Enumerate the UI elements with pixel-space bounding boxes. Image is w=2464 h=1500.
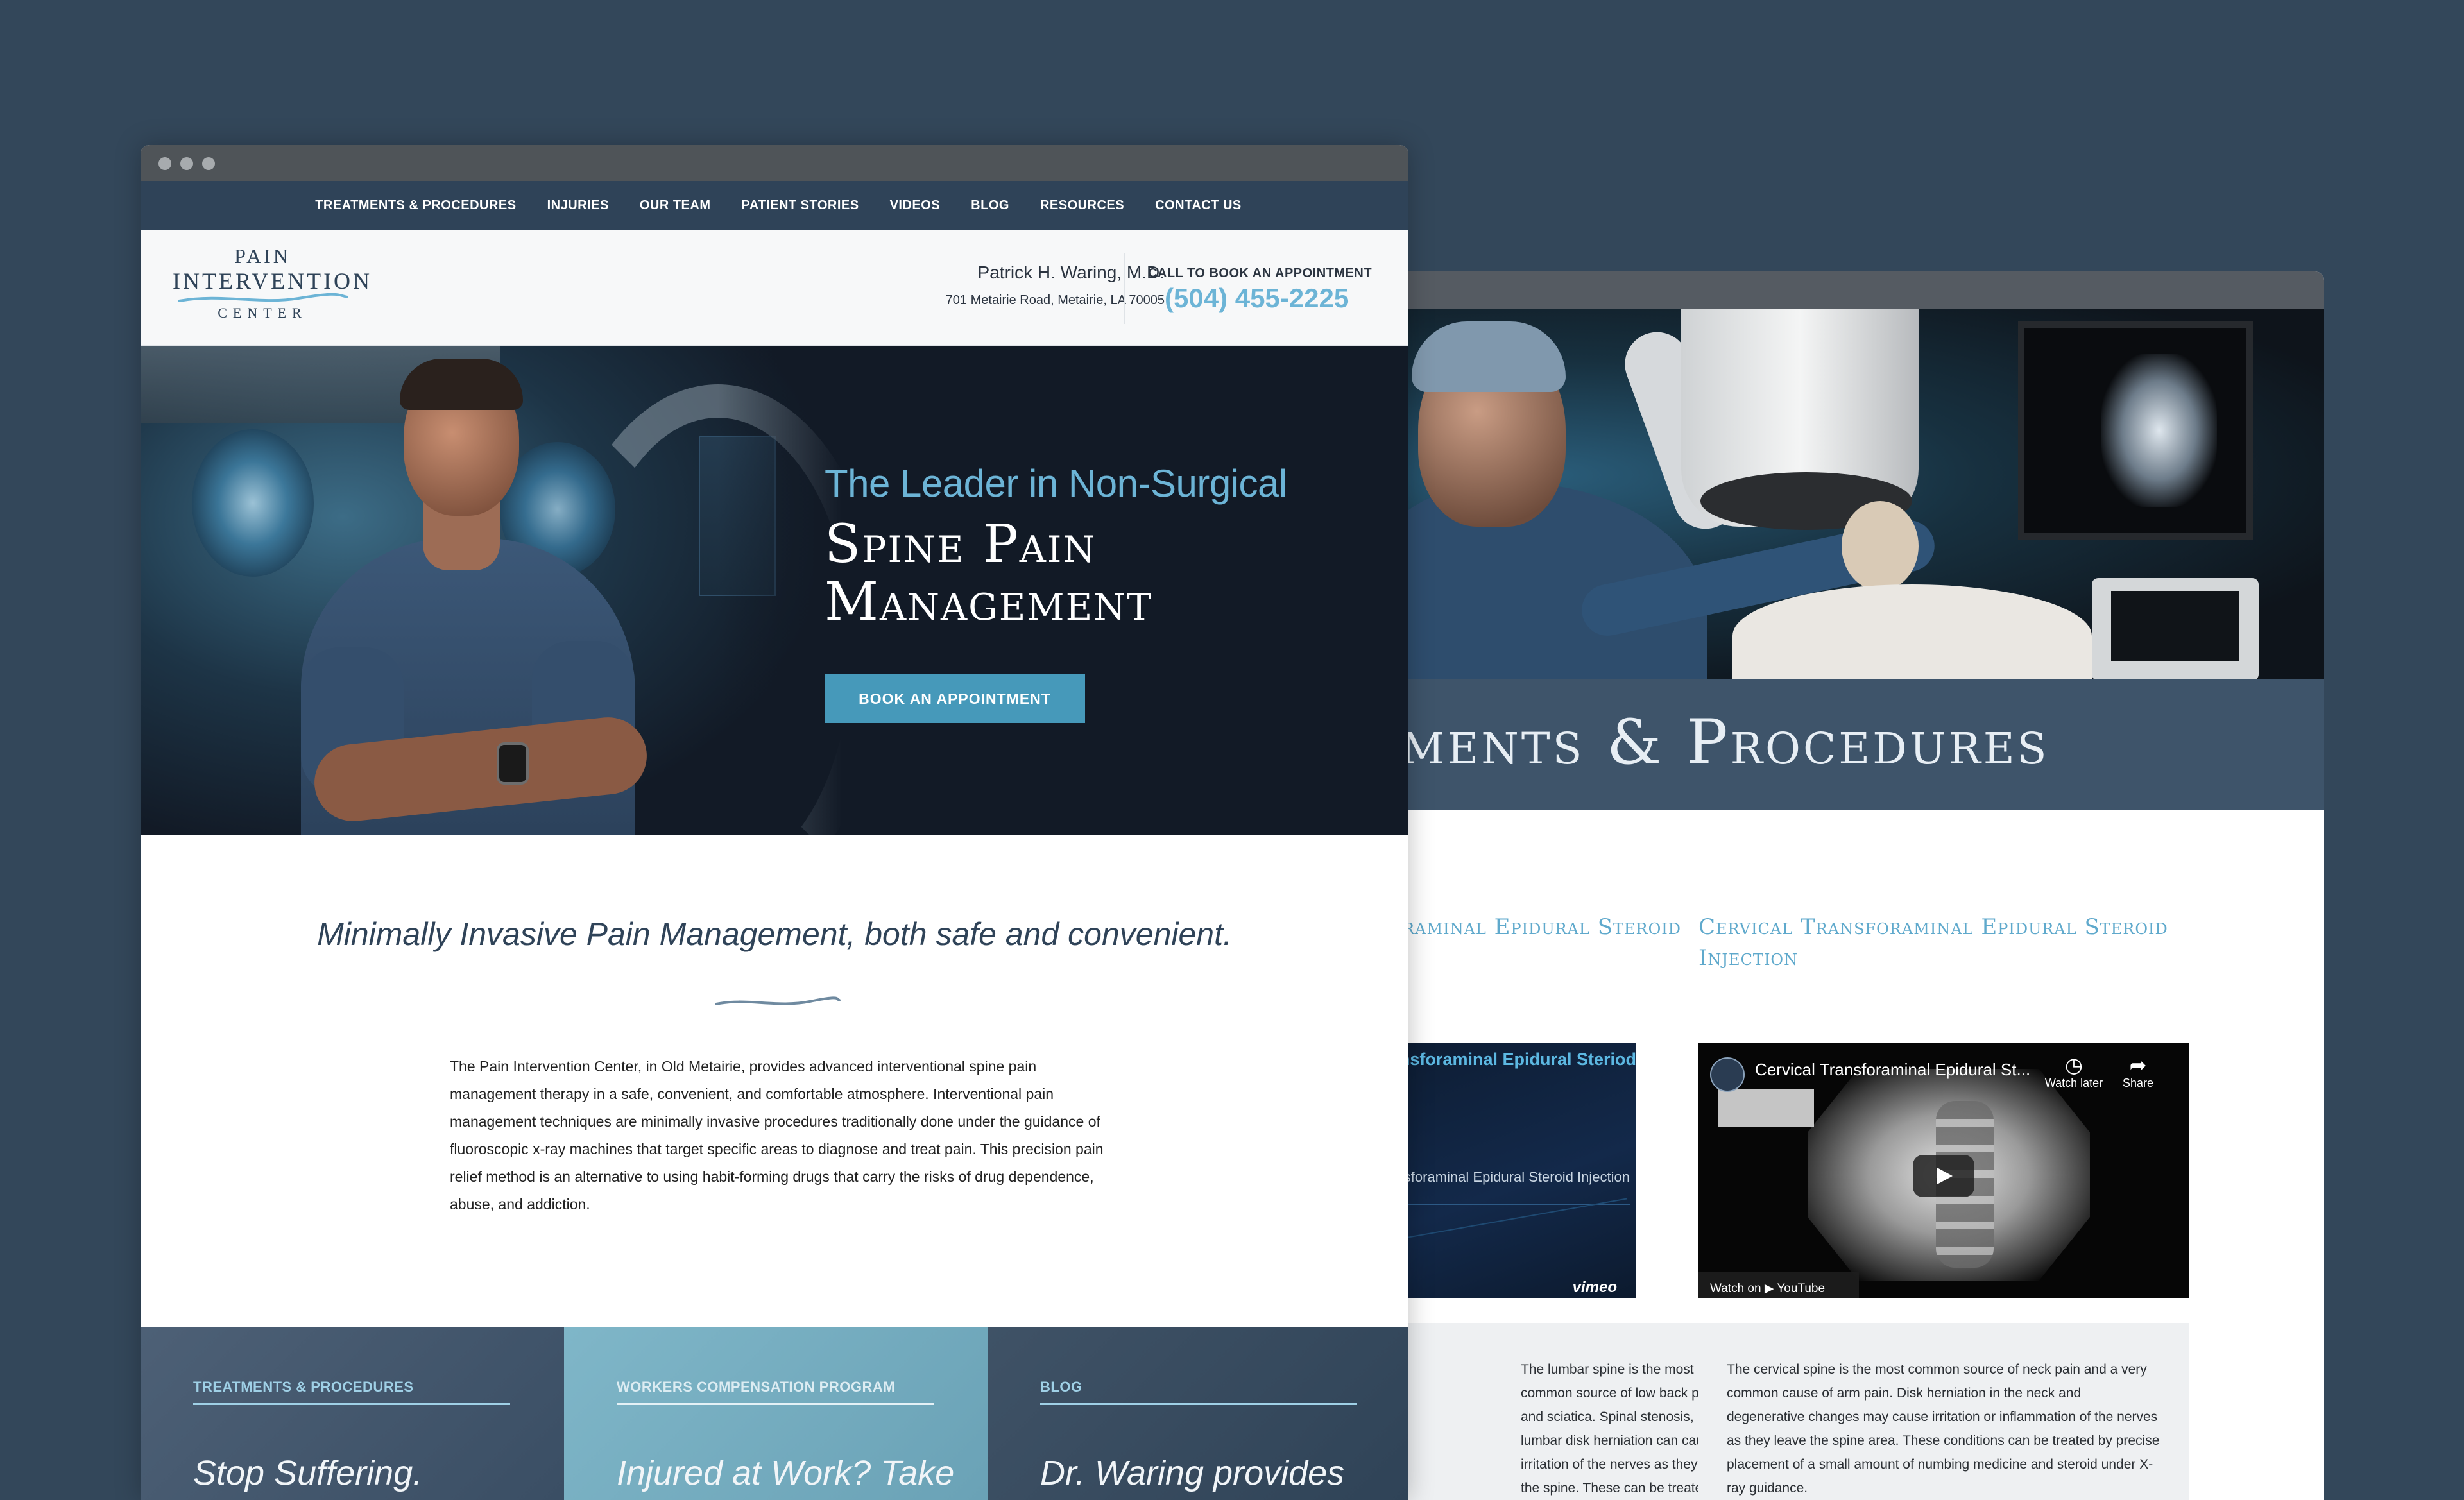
swoosh-divider-icon [715,996,841,1005]
tile-label: WORKERS COMPENSATION PROGRAM [617,1379,896,1395]
background-browser-window: Treatments & Procedures Lumbar Transfora… [1399,271,2324,1500]
tile-label: TREATMENTS & PROCEDURES [193,1379,414,1395]
tile-rule [617,1403,934,1405]
logo-text: CENTER [218,305,307,321]
photo-gloved-hand [1842,501,1919,591]
window-titlebar [141,145,1408,181]
intro-paragraph: The Pain Intervention Center, in Old Met… [450,1058,1104,1213]
tile-headline: Stop Suffering. [193,1454,423,1492]
video-title: Lumbar Transforaminal Epidural Steriod [1399,1050,1636,1069]
tile-workers-comp[interactable]: WORKERS COMPENSATION PROGRAM Injured at … [564,1327,988,1500]
main-navigation: TREATMENTS & PROCEDURES INJURIES OUR TEA… [141,181,1408,230]
video-subtitle: Lumbar Transforaminal Epidural Steroid I… [1399,1169,1630,1185]
call-to-book-label: CALL TO BOOK AN APPOINTMENT [1148,266,1373,280]
foreground-browser-window: TREATMENTS & PROCEDURES INJURIES OUR TEA… [141,145,1408,1500]
hero-photo-xray-screen [192,429,314,577]
procedure-card-title[interactable]: Cervical Transforaminal Epidural Steroid… [1698,912,2189,973]
video-title[interactable]: Cervical Transforaminal Epidural St... [1755,1060,2030,1080]
logo-swoosh-icon [178,293,348,302]
logo-text: INTERVENTION [173,268,373,294]
hero-photo-doctor-hair [400,359,523,410]
window-dot-icon[interactable] [158,157,171,170]
photo-vitals-monitor [2092,578,2259,679]
clock-icon: ◷ [2065,1053,2083,1077]
doctor-name: Patrick H. Waring, M.D. [977,262,1165,282]
hero-photo-watch [497,742,529,785]
tile-headline: Dr. Waring provides [1040,1454,1345,1492]
intro-section: Minimally Invasive Pain Management, both… [141,835,1408,1327]
tile-headline: Injured at Work? Take [617,1454,955,1492]
hero-title: Spine Pain [825,514,1097,575]
vimeo-video-embed[interactable]: Lumbar Transforaminal Epidural Steriod L… [1399,1043,1636,1298]
channel-avatar[interactable] [1710,1057,1745,1092]
background-window-titlebar [1399,271,2324,309]
photo-surgical-cap [1412,321,1566,392]
share-label: Share [2122,1077,2154,1089]
window-dot-icon[interactable] [180,157,193,170]
nav-blog[interactable]: BLOG [971,198,1009,213]
nav-resources[interactable]: RESOURCES [1040,198,1124,213]
hero-eyebrow: The Leader in Non-Surgical [825,462,1287,505]
nav-videos[interactable]: VIDEOS [890,198,941,213]
nav-injuries[interactable]: INJURIES [547,198,609,213]
tile-rule [193,1403,510,1405]
nav-our-team[interactable]: OUR TEAM [640,198,711,213]
window-dot-icon[interactable] [202,157,215,170]
procedure-card-cervical: Cervical Transforaminal Epidural Steroid… [1698,912,2189,973]
watch-later-label: Watch later [2044,1077,2103,1089]
procedure-hero-photo [1399,309,2324,679]
site-header: PAIN INTERVENTION CENTER Patrick H. Wari… [141,230,1408,346]
page-title: Treatments & Procedures [1399,706,2049,778]
watch-later-button[interactable]: ◷ Watch later [2039,1053,2109,1090]
nav-patient-stories[interactable]: PATIENT STORIES [742,198,859,213]
book-appointment-button[interactable]: BOOK AN APPOINTMENT [825,674,1085,723]
logo-text: PAIN [234,244,291,268]
procedure-description: The cervical spine is the most common so… [1698,1323,2189,1500]
tile-treatments[interactable]: TREATMENTS & PROCEDURES Stop Suffering. [141,1327,564,1500]
site-logo[interactable]: PAIN INTERVENTION CENTER [173,244,373,328]
hero-banner: The Leader in Non-Surgical Spine Pain Ma… [141,346,1408,835]
nav-treatments-procedures[interactable]: TREATMENTS & PROCEDURES [315,198,516,213]
phone-number-link[interactable]: (504) 455-2225 [1165,283,1349,314]
page-title-band: Treatments & Procedures [1399,679,2324,810]
photo-xray-monitor [2018,321,2253,540]
procedure-card-title[interactable]: Lumbar Transforaminal Epidural Steroid [1399,912,1681,942]
procedure-card-lumbar: Lumbar Transforaminal Epidural Steroid [1399,912,1681,942]
tile-rule [1040,1403,1357,1405]
video-thumbnail-card [1718,1089,1814,1127]
intro-tagline: Minimally Invasive Pain Management, both… [317,916,1232,952]
photo-patient-sheet [1733,584,2092,679]
tile-blog[interactable]: BLOG Dr. Waring provides [988,1327,1408,1500]
photo-vitals-screen [2111,591,2239,661]
nav-contact-us[interactable]: CONTACT US [1155,198,1242,213]
header-divider [1124,253,1125,324]
watch-on-youtube-link[interactable]: Watch on ▶ YouTube [1698,1272,1859,1298]
share-arrow-icon: ➦ [2129,1053,2147,1077]
feature-tiles: TREATMENTS & PROCEDURES Stop Suffering. … [141,1327,1408,1500]
hero-title: Management [825,572,1153,633]
share-button[interactable]: ➦ Share [2103,1053,2173,1090]
youtube-video-embed[interactable]: Cervical Transforaminal Epidural St... ◷… [1698,1043,2189,1298]
tile-label: BLOG [1040,1379,1082,1395]
vimeo-logo[interactable]: vimeo [1573,1279,1617,1297]
clinic-address: 701 Metairie Road, Metairie, LA 70005 [945,293,1165,307]
play-button[interactable] [1913,1155,1974,1197]
video-decor-line [1399,1198,1627,1262]
photo-spine-xray [2101,354,2217,507]
